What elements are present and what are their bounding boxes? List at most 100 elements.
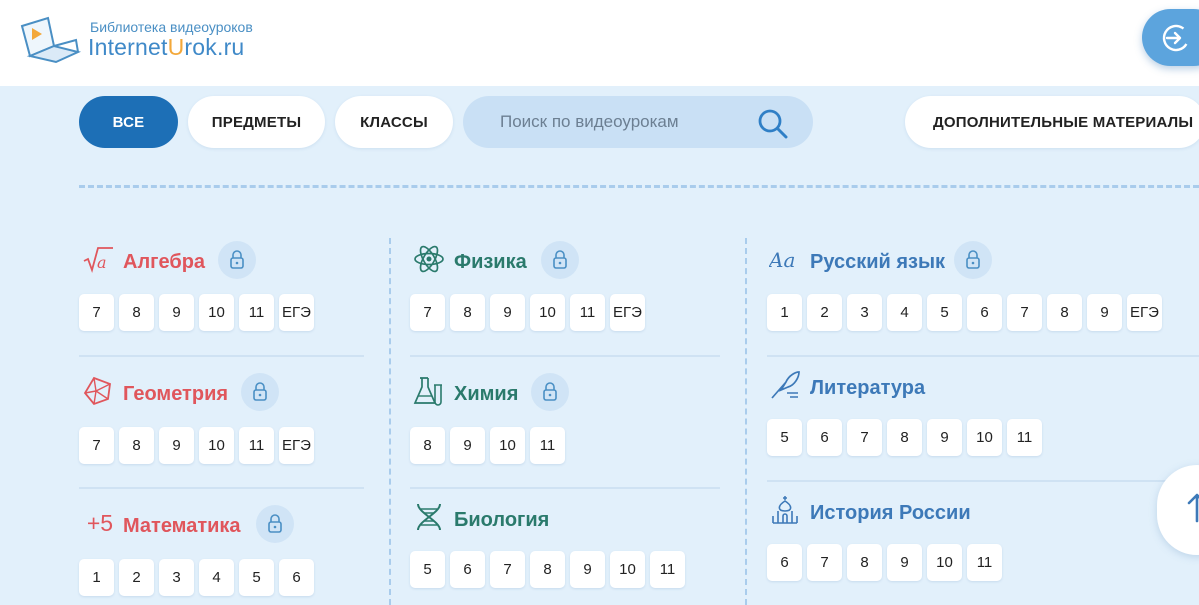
scroll-up-button[interactable] [1157,465,1199,555]
login-button[interactable] [1142,9,1199,66]
grade-button[interactable]: 2 [119,559,154,596]
grade-button[interactable]: 5 [239,559,274,596]
subject-name[interactable]: Химия [454,383,518,406]
grade-button[interactable]: 1 [767,294,802,331]
grade-button[interactable]: 7 [79,427,114,464]
grade-button[interactable]: 9 [927,419,962,456]
subject-biology[interactable]: Биология [413,501,713,545]
grade-button[interactable]: 1 [79,559,114,596]
grade-button[interactable]: 7 [1007,294,1042,331]
grade-button[interactable]: ЕГЭ [279,427,314,464]
subject-name[interactable]: Геометрия [123,383,228,406]
tab-subjects[interactable]: ПРЕДМЕТЫ [188,96,325,148]
subject-name[interactable]: Литература [810,377,925,400]
subject-history[interactable]: История России [769,494,1169,538]
tab-all[interactable]: ВСЕ [79,96,178,148]
grade-button[interactable]: 8 [847,544,882,581]
grade-button[interactable]: 6 [450,551,485,588]
search-input[interactable] [500,110,770,134]
subject-chemistry[interactable]: Химия [413,373,713,419]
grade-button[interactable]: 3 [159,559,194,596]
subject-algebra[interactable]: a Алгебра [82,241,362,287]
grade-button[interactable]: 4 [199,559,234,596]
subject-literature[interactable]: Литература [769,369,1169,413]
grade-button[interactable]: 9 [159,294,194,331]
grade-button[interactable]: 11 [967,544,1002,581]
lock-icon[interactable] [218,241,256,279]
lock-icon[interactable] [954,241,992,279]
grade-button[interactable]: 10 [927,544,962,581]
grade-button[interactable]: 8 [119,294,154,331]
lock-icon[interactable] [541,241,579,279]
grade-button[interactable]: 11 [530,427,565,464]
subject-physics[interactable]: Физика [413,241,713,287]
lock-icon[interactable] [256,505,294,543]
logo-tagline: Библиотека видеоуроков [90,19,253,35]
lock-icon[interactable] [531,373,569,411]
grade-button[interactable]: 9 [450,427,485,464]
grade-button[interactable]: 8 [450,294,485,331]
svg-text:Aa: Aa [769,248,795,272]
grade-button[interactable]: 11 [570,294,605,331]
search-icon[interactable] [757,108,789,140]
subject-name[interactable]: Алгебра [123,251,205,274]
separator [79,487,364,489]
subject-math[interactable]: +5 Математика [82,505,362,551]
grade-button[interactable]: 3 [847,294,882,331]
grade-button[interactable]: 11 [239,294,274,331]
grade-button[interactable]: 8 [887,419,922,456]
grade-button[interactable]: 11 [650,551,685,588]
grade-button[interactable]: 5 [927,294,962,331]
grade-button[interactable]: 9 [490,294,525,331]
grade-button[interactable]: 9 [570,551,605,588]
grade-button[interactable]: 4 [887,294,922,331]
grade-button[interactable]: 9 [159,427,194,464]
section-divider [79,185,1199,188]
grade-button[interactable]: 5 [410,551,445,588]
grade-button[interactable]: ЕГЭ [1127,294,1162,331]
grade-button[interactable]: 5 [767,419,802,456]
grade-button[interactable]: 6 [807,419,842,456]
grade-button[interactable]: 8 [410,427,445,464]
subject-geometry[interactable]: Геометрия [82,373,362,419]
grade-button[interactable]: 10 [199,427,234,464]
subject-name[interactable]: Математика [123,515,241,538]
flask-icon [413,375,445,407]
grade-button[interactable]: 10 [967,419,1002,456]
grade-button[interactable]: 8 [1047,294,1082,331]
grade-button[interactable]: 7 [410,294,445,331]
subject-russian[interactable]: Aa Русский язык [769,241,1169,287]
grade-button[interactable]: 10 [610,551,645,588]
grade-button[interactable]: 10 [199,294,234,331]
grade-button[interactable]: 2 [807,294,842,331]
grade-button[interactable]: 6 [279,559,314,596]
subject-name[interactable]: История России [810,502,971,525]
lock-icon[interactable] [241,373,279,411]
arrow-up-icon [1187,493,1199,523]
subject-name[interactable]: Русский язык [810,251,945,274]
grade-button[interactable]: 11 [239,427,274,464]
polyhedron-icon [82,375,114,407]
grade-button[interactable]: 6 [767,544,802,581]
grade-button[interactable]: 6 [967,294,1002,331]
grade-button[interactable]: 10 [530,294,565,331]
grade-button[interactable]: 7 [847,419,882,456]
subject-name[interactable]: Биология [454,509,549,532]
grade-button[interactable]: 8 [530,551,565,588]
subject-name[interactable]: Физика [454,251,527,274]
grade-button[interactable]: 7 [807,544,842,581]
grade-button[interactable]: 10 [490,427,525,464]
tab-extra-materials[interactable]: ДОПОЛНИТЕЛЬНЫЕ МАТЕРИАЛЫ [905,96,1199,148]
separator [79,355,364,357]
grade-button[interactable]: 7 [490,551,525,588]
grade-button[interactable]: 7 [79,294,114,331]
grade-button[interactable]: ЕГЭ [610,294,645,331]
logo-brand[interactable]: InternetUrok.ru [88,34,244,61]
grade-button[interactable]: 9 [1087,294,1122,331]
grade-button[interactable]: 8 [119,427,154,464]
quill-icon [769,369,801,401]
grade-button[interactable]: ЕГЭ [279,294,314,331]
grade-button[interactable]: 11 [1007,419,1042,456]
tab-classes[interactable]: КЛАССЫ [335,96,453,148]
grade-button[interactable]: 9 [887,544,922,581]
